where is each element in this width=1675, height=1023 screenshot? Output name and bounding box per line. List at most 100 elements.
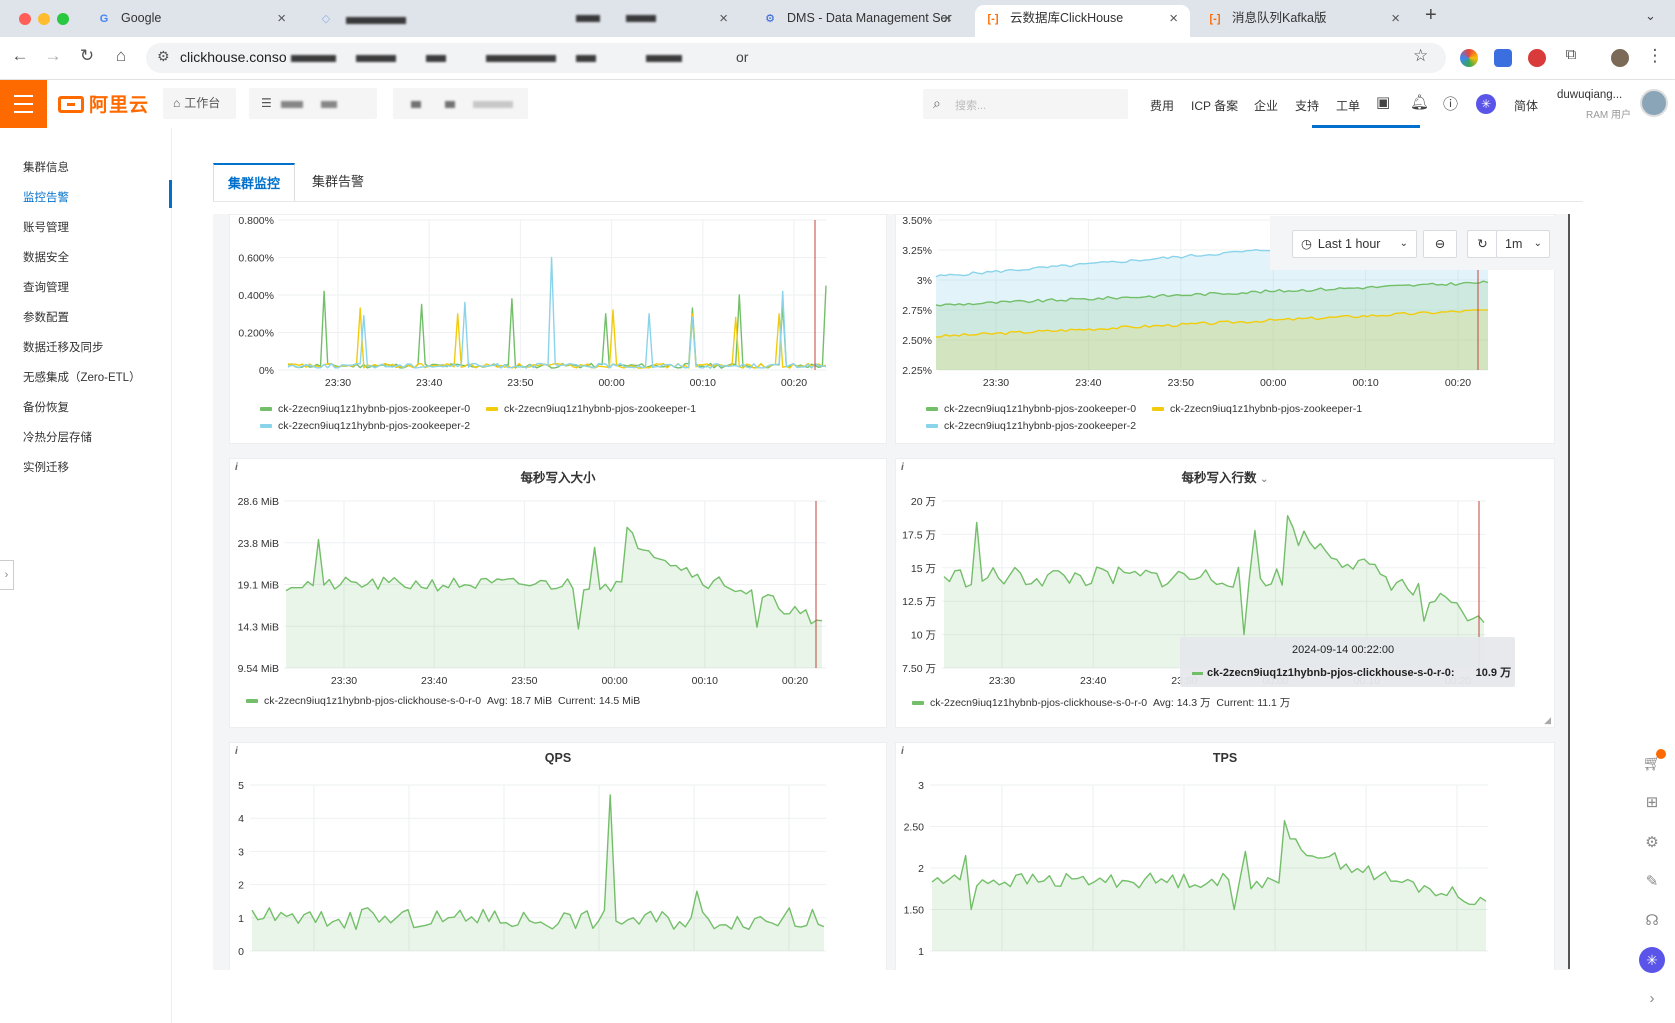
bell-icon[interactable]: 🔔︎ <box>1410 93 1429 111</box>
expand-chevron-icon[interactable]: › <box>1642 990 1662 1007</box>
close-window-button[interactable] <box>19 13 31 25</box>
x-tick-label: 00:20 <box>782 675 808 687</box>
header-link-fees[interactable]: 费用 <box>1150 97 1174 114</box>
sidebar-item-migration-sync[interactable]: 数据迁移及同步 <box>23 339 104 355</box>
edit-icon[interactable]: ✎ <box>1642 872 1662 890</box>
headset-icon[interactable]: ☊ <box>1642 911 1662 929</box>
minimize-window-button[interactable] <box>38 13 50 25</box>
legend-item[interactable]: ck-2zecn9iuq1z1hybnb-pjos-zookeeper-2 <box>926 420 1136 432</box>
refresh-button[interactable]: ↻ <box>1467 230 1497 258</box>
workbench-button[interactable]: ⌂ 工作台 <box>163 88 236 119</box>
browser-menu-icon[interactable]: ⋮ <box>1644 46 1666 66</box>
tab-cluster-alerts[interactable]: 集群告警 <box>297 163 379 201</box>
sidebar-item-query-management[interactable]: 查询管理 <box>23 279 69 295</box>
user-avatar[interactable] <box>1640 89 1668 117</box>
sidebar-item-monitoring[interactable]: 监控告警 <box>23 189 69 205</box>
dashboard-scrollbar[interactable] <box>1568 214 1570 969</box>
close-tab-icon[interactable]: × <box>1169 5 1178 32</box>
legend-item[interactable]: ck-2zecn9iuq1z1hybnb-pjos-zookeeper-2 <box>260 420 470 432</box>
settings-gear-icon[interactable]: ⚙ <box>1642 833 1662 851</box>
chart-tooltip: 2024-09-14 00:22:00 ck-2zecn9iuq1z1hybnb… <box>1180 637 1515 687</box>
browser-tab-obscured[interactable]: ◇ × <box>308 5 740 37</box>
legend-item[interactable]: ck-2zecn9iuq1z1hybnb-pjos-clickhouse-s-0… <box>246 695 640 707</box>
sidebar-item-data-security[interactable]: 数据安全 <box>23 249 69 265</box>
sidebar-item-backup[interactable]: 备份恢复 <box>23 399 69 415</box>
help-icon[interactable]: ⓘ <box>1443 93 1458 114</box>
home-icon[interactable]: ⌂ <box>110 46 132 66</box>
resize-handle-icon[interactable]: ◢ <box>1544 715 1551 726</box>
assistant-icon[interactable]: ✳ <box>1639 947 1665 973</box>
y-tick-label: 1.50 <box>904 905 925 917</box>
console-search-input[interactable]: ⌕ 搜索... <box>923 89 1128 119</box>
header-link-ticket[interactable]: 工单 <box>1336 97 1360 114</box>
adblock-icon[interactable] <box>1528 49 1546 67</box>
extension-colorful-icon[interactable] <box>1460 49 1478 67</box>
address-bar[interactable]: ⚙ clickhouse.conso or <box>146 43 1446 73</box>
close-tab-icon[interactable]: × <box>719 5 728 32</box>
aliyun-logo[interactable]: 阿里云 <box>58 90 149 118</box>
back-icon[interactable]: ← <box>9 46 31 66</box>
notification-dot <box>1656 749 1666 759</box>
terminal-icon[interactable]: ▣ <box>1376 93 1390 111</box>
extensions-puzzle-icon[interactable]: ⧉ <box>1560 46 1582 63</box>
extension-blue-icon[interactable] <box>1494 49 1512 67</box>
bookmark-star-icon[interactable]: ☆ <box>1413 46 1428 66</box>
tab-title: 云数据库ClickHouse <box>1010 11 1124 25</box>
close-tab-icon[interactable]: × <box>277 5 286 32</box>
sidebar-item-tiered-storage[interactable]: 冷热分层存储 <box>23 429 92 445</box>
redacted-text <box>486 55 556 62</box>
x-tick-label: 00:10 <box>1352 377 1378 389</box>
sidebar-item-parameters[interactable]: 参数配置 <box>23 309 69 325</box>
close-tab-icon[interactable]: × <box>943 5 952 32</box>
tab-search-chevron-icon[interactable]: ⌄ <box>1645 8 1656 24</box>
legend-item[interactable]: ck-2zecn9iuq1z1hybnb-pjos-zookeeper-1 <box>1152 403 1362 415</box>
zoom-out-button[interactable]: ⊖ <box>1423 230 1457 258</box>
sidebar-item-zero-etl[interactable]: 无感集成（Zero-ETL） <box>23 369 141 385</box>
profile-avatar[interactable] <box>1611 49 1629 67</box>
y-tick-label: 9.54 MiB <box>238 663 279 675</box>
header-link-enterprise[interactable]: 企业 <box>1254 97 1278 114</box>
refresh-interval-picker[interactable]: 1m ⌄ <box>1496 230 1550 258</box>
legend-item[interactable]: ck-2zecn9iuq1z1hybnb-pjos-zookeeper-0 <box>926 403 1136 415</box>
browser-tab-kafka[interactable]: [-] 消息队列Kafka版 × <box>1197 5 1412 37</box>
resource-group-selector[interactable]: ☰ <box>249 88 377 119</box>
y-tick-label: 17.5 万 <box>902 529 936 541</box>
browser-tab-google[interactable]: G Google × <box>86 5 298 37</box>
cart-icon[interactable]: 🛒︎ <box>1642 749 1666 772</box>
tab-cluster-monitoring[interactable]: 集群监控 <box>213 163 295 201</box>
tooltip-time: 2024-09-14 00:22:00 <box>1292 644 1395 656</box>
sidebar-item-cluster-info[interactable]: 集群信息 <box>23 159 69 175</box>
username[interactable]: duwuqiang... <box>1557 89 1622 101</box>
x-tick-label: 23:40 <box>1080 675 1106 687</box>
zoom-window-button[interactable] <box>57 13 69 25</box>
reload-icon[interactable]: ↻ <box>76 46 98 66</box>
forward-icon[interactable]: → <box>42 46 64 66</box>
redacted-text <box>291 55 336 62</box>
site-settings-icon[interactable]: ⚙ <box>157 48 170 65</box>
legend-label: ck-2zecn9iuq1z1hybnb-pjos-zookeeper-1 <box>1170 403 1363 415</box>
close-tab-icon[interactable]: × <box>1391 5 1400 32</box>
y-tick-label: 0 <box>238 946 244 958</box>
calculator-icon[interactable]: ⊞ <box>1642 793 1662 811</box>
sidebar-item-instance-migration[interactable]: 实例迁移 <box>23 459 69 475</box>
tooltip-series: ck-2zecn9iuq1z1hybnb-pjos-clickhouse-s-0… <box>1207 667 1455 679</box>
qps-chart: 5 4 3 2 1 0 <box>238 780 826 958</box>
legend-swatch <box>260 424 272 429</box>
new-tab-button[interactable]: + <box>1425 4 1437 27</box>
browser-tab-clickhouse[interactable]: [-] 云数据库ClickHouse × <box>975 5 1190 37</box>
write-size-chart: 28.6 MiB 23.8 MiB 19.1 MiB 14.3 MiB 9.54 MiB… <box>238 496 826 687</box>
header-link-support[interactable]: 支持 <box>1295 97 1319 114</box>
time-range-picker[interactable]: ◷ Last 1 hour ⌄ <box>1292 230 1417 258</box>
assistant-icon[interactable]: ✳ <box>1476 94 1496 114</box>
browser-tab-dms[interactable]: ⚙ DMS - Data Management Ser × <box>752 5 964 37</box>
legend-item[interactable]: ck-2zecn9iuq1z1hybnb-pjos-zookeeper-1 <box>486 403 696 415</box>
legend-item[interactable]: ck-2zecn9iuq1z1hybnb-pjos-clickhouse-s-0… <box>912 695 1290 710</box>
sidebar-item-accounts[interactable]: 账号管理 <box>23 219 69 235</box>
menu-hamburger-icon[interactable] <box>0 80 47 128</box>
region-selector[interactable] <box>393 88 528 119</box>
legend-item[interactable]: ck-2zecn9iuq1z1hybnb-pjos-zookeeper-0 <box>260 403 470 415</box>
header-link-icp[interactable]: ICP 备案 <box>1191 97 1238 114</box>
sidebar-collapse-chevron-icon[interactable]: › <box>0 560 14 590</box>
language-switch[interactable]: 简体 <box>1514 97 1538 114</box>
y-tick-label: 2 <box>918 863 924 875</box>
